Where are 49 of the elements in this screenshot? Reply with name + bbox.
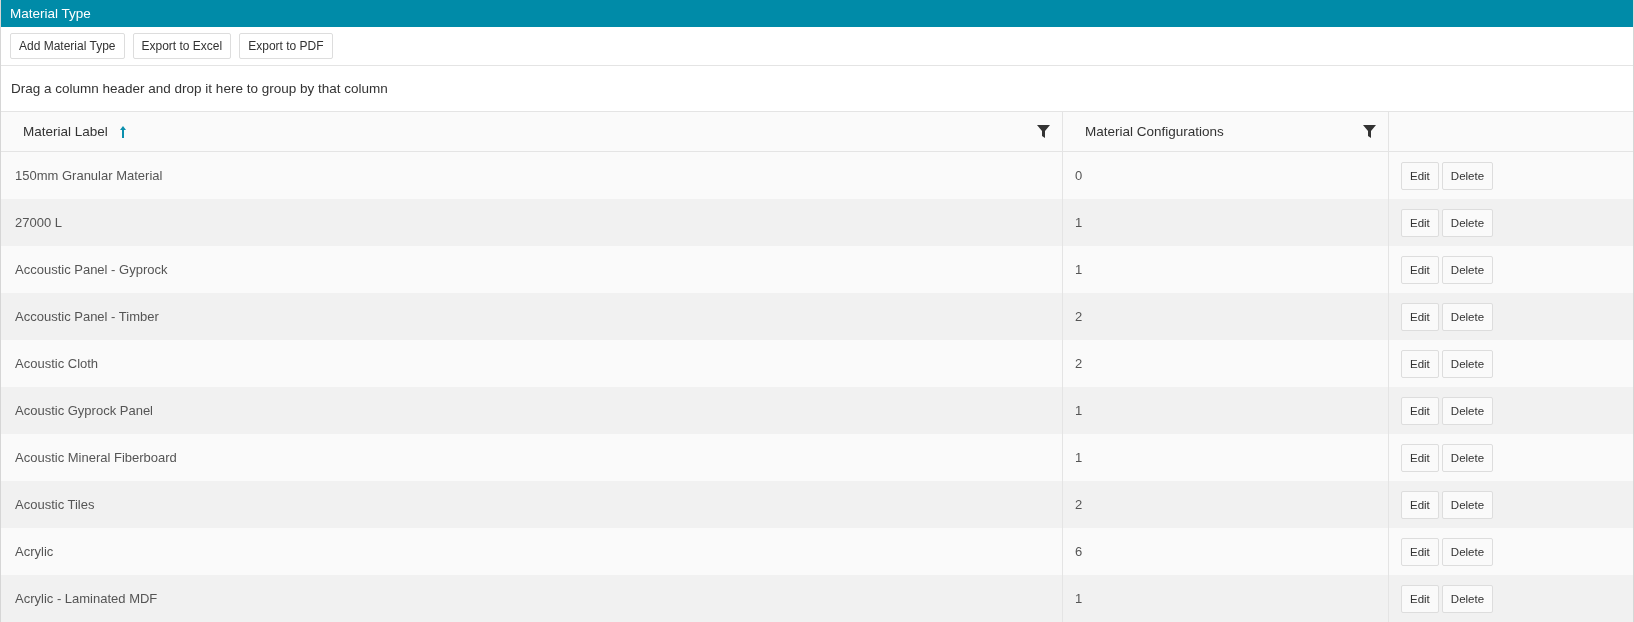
table-cell: Acoustic Cloth bbox=[15, 356, 99, 371]
table-cell: 2 bbox=[1075, 356, 1083, 371]
table-cell: 2 bbox=[1075, 309, 1083, 324]
delete-button[interactable]: Delete bbox=[1441, 255, 1494, 284]
group-panel-hint: Drag a column header and drop it here to group by that column bbox=[11, 81, 388, 96]
delete-button[interactable]: Delete bbox=[1441, 208, 1494, 237]
table-cell: 1 bbox=[1075, 591, 1083, 606]
delete-button[interactable]: Delete bbox=[1441, 537, 1494, 566]
table-cell: Accoustic Panel - Timber bbox=[15, 309, 159, 324]
delete-button[interactable]: Delete bbox=[1441, 161, 1494, 190]
table-cell: 6 bbox=[1075, 544, 1083, 559]
filter-icon[interactable] bbox=[1037, 125, 1050, 138]
table-cell: 1 bbox=[1075, 262, 1083, 277]
column-header[interactable]: Material Label bbox=[23, 124, 108, 139]
table-cell: 27000 L bbox=[15, 215, 62, 230]
table-cell: Accoustic Panel - Gyprock bbox=[15, 262, 168, 277]
edit-button[interactable]: Edit bbox=[1401, 537, 1439, 566]
filter-icon[interactable] bbox=[1363, 125, 1376, 138]
edit-button[interactable]: Edit bbox=[1401, 302, 1439, 331]
edit-button[interactable]: Edit bbox=[1401, 255, 1439, 284]
edit-button[interactable]: Edit bbox=[1401, 490, 1439, 519]
edit-button[interactable]: Edit bbox=[1401, 208, 1439, 237]
edit-button[interactable]: Edit bbox=[1401, 349, 1439, 378]
table-cell: Acoustic Gyprock Panel bbox=[15, 403, 153, 418]
delete-button[interactable]: Delete bbox=[1441, 584, 1494, 613]
panel-title: Material Type bbox=[1, 0, 1633, 27]
edit-button[interactable]: Edit bbox=[1401, 443, 1439, 472]
table-cell: 0 bbox=[1075, 168, 1083, 183]
toolbar-button[interactable]: Export to PDF bbox=[239, 33, 333, 59]
toolbar-button[interactable]: Add Material Type bbox=[10, 33, 125, 59]
delete-button[interactable]: Delete bbox=[1441, 443, 1494, 472]
delete-button[interactable]: Delete bbox=[1441, 302, 1494, 331]
table-cell: Acoustic Tiles bbox=[15, 497, 95, 512]
edit-button[interactable]: Edit bbox=[1401, 396, 1439, 425]
table-cell: 150mm Granular Material bbox=[15, 168, 163, 183]
table-cell: 1 bbox=[1075, 403, 1083, 418]
table-cell: 1 bbox=[1075, 450, 1083, 465]
toolbar-button[interactable]: Export to Excel bbox=[132, 33, 232, 59]
delete-button[interactable]: Delete bbox=[1441, 349, 1494, 378]
edit-button[interactable]: Edit bbox=[1401, 161, 1439, 190]
table-cell: Acrylic bbox=[15, 544, 54, 559]
column-header[interactable]: Material Configurations bbox=[1085, 124, 1224, 139]
delete-button[interactable]: Delete bbox=[1441, 396, 1494, 425]
edit-button[interactable]: Edit bbox=[1401, 584, 1439, 613]
table-cell: Acoustic Mineral Fiberboard bbox=[15, 450, 177, 465]
table-cell: 2 bbox=[1075, 497, 1083, 512]
delete-button[interactable]: Delete bbox=[1441, 490, 1494, 519]
table-cell: 1 bbox=[1075, 215, 1083, 230]
table-cell: Acrylic - Laminated MDF bbox=[15, 591, 158, 606]
